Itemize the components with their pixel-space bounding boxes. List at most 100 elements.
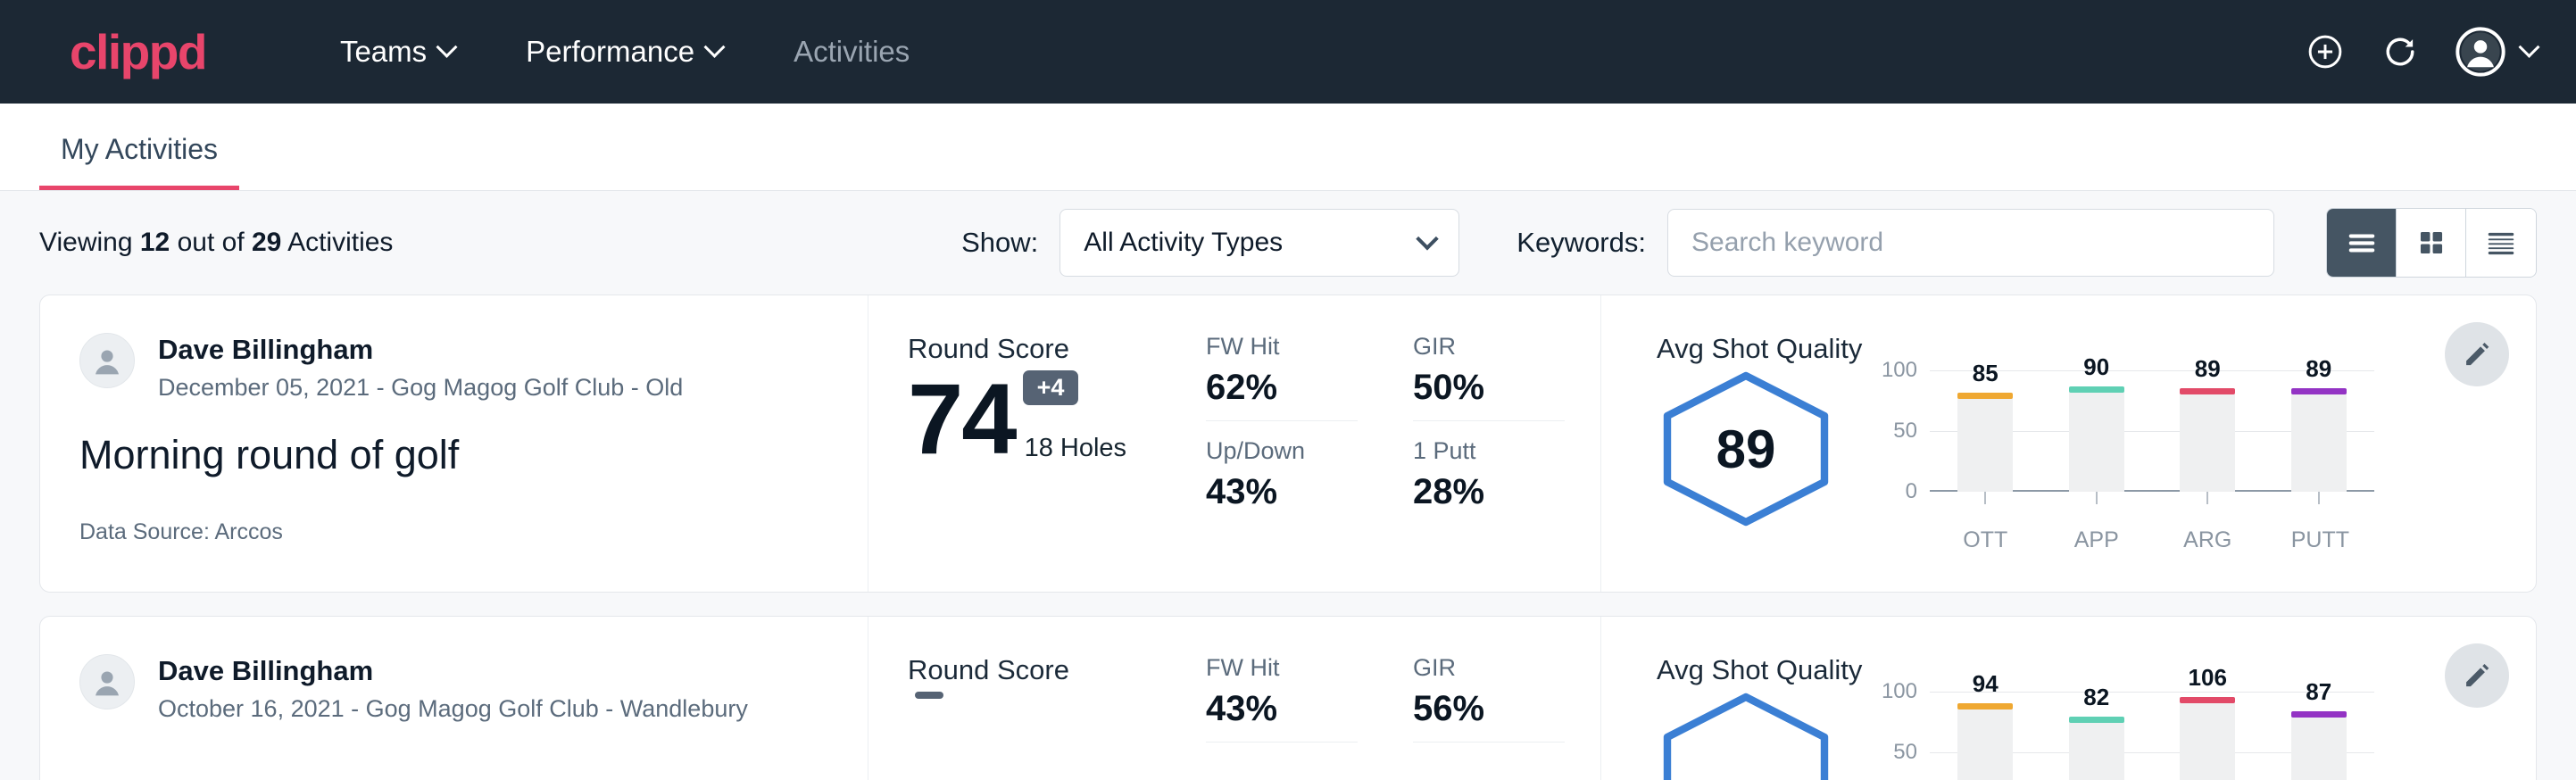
tab-my-activities-label: My Activities: [61, 133, 218, 165]
chart-bar-value-label: 106: [2189, 664, 2227, 692]
chart-x-tick: [2180, 492, 2235, 504]
list-view-icon: [2345, 226, 2379, 260]
stat-up-down: [1206, 759, 1393, 766]
user-avatar-icon: [87, 662, 127, 701]
chart-bar-cap: [2180, 388, 2235, 394]
grid-view-icon: [2416, 228, 2447, 258]
grid-view-button[interactable]: [2397, 209, 2466, 277]
activity-meta: October 16, 2021 - Gog Magog Golf Club -…: [158, 695, 748, 723]
nav-item-activities[interactable]: Activities: [758, 35, 945, 69]
avatar: [79, 333, 135, 388]
stat-up-down-value: 43%: [1206, 472, 1393, 512]
activity-card-list: Dave Billingham December 05, 2021 - Gog …: [0, 295, 2576, 780]
clippd-logo[interactable]: clippd: [70, 28, 206, 77]
chart-x-tick: [2069, 492, 2124, 504]
chart-x-tick-label: PUTT: [2291, 527, 2347, 553]
compact-view-button[interactable]: [2466, 209, 2536, 277]
stat-gir: GIR 50%: [1413, 333, 1600, 437]
activity-type-select[interactable]: All Activity Types: [1059, 209, 1459, 277]
stat-gir-label: GIR: [1413, 333, 1600, 361]
chart-bar-value-label: 89: [2195, 355, 2221, 383]
round-score-value-group: [908, 692, 1190, 780]
chart-bar: 85: [1957, 398, 2013, 492]
player-header: Dave Billingham December 05, 2021 - Gog …: [79, 333, 828, 402]
player-header: Dave Billingham October 16, 2021 - Gog M…: [79, 654, 828, 723]
activity-summary-column: Dave Billingham December 05, 2021 - Gog …: [40, 295, 868, 592]
stat-fw-hit-label: FW Hit: [1206, 654, 1393, 682]
chart-bars: 94 82 106 87: [1930, 692, 2374, 780]
list-view-button[interactable]: [2327, 209, 2397, 277]
chart-y-tick-label: 100: [1882, 358, 1917, 383]
stat-one-putt: [1413, 759, 1600, 766]
chart-x-tick: [2291, 492, 2347, 504]
chart-x-tick: [1957, 492, 2013, 504]
activity-summary-column: Dave Billingham October 16, 2021 - Gog M…: [40, 617, 868, 780]
top-navigation-bar: clippd Teams Performance Activities: [0, 0, 2576, 104]
chart-bar-value-label: 90: [2083, 353, 2109, 381]
chart-bar-value-label: 87: [2306, 678, 2331, 706]
activity-card[interactable]: Dave Billingham October 16, 2021 - Gog M…: [39, 616, 2537, 780]
chart-x-tick-label: APP: [2069, 527, 2124, 553]
chart-y-tick-label: 0: [1906, 479, 1917, 504]
chart-bar: 89: [2291, 394, 2347, 492]
activity-card[interactable]: Dave Billingham December 05, 2021 - Gog …: [39, 295, 2537, 593]
quality-hexagon-value: [1657, 692, 1835, 780]
round-score-column: Round Score 74 +4 18 Holes: [868, 295, 1190, 592]
player-text-block: Dave Billingham December 05, 2021 - Gog …: [158, 333, 683, 402]
chart-bar-column: 82: [2069, 692, 2124, 780]
holes-played: 18 Holes: [1025, 434, 1126, 463]
chevron-down-icon: [2518, 36, 2539, 57]
stat-gir: GIR 56%: [1413, 654, 1600, 759]
stats-column: FW Hit 43% GIR 56%: [1190, 617, 1600, 780]
chart-bar-cap: [2069, 386, 2124, 393]
viewing-summary: Viewing 12 out of 29 Activities: [39, 228, 393, 258]
viewing-total: 29: [252, 228, 281, 257]
chart-bar-cap: [2180, 697, 2235, 703]
chart-bar: 89: [2180, 394, 2235, 492]
chart-x-ticks: [1930, 492, 2374, 504]
pencil-icon: [2462, 339, 2492, 369]
chart-y-tick-label: 50: [1893, 419, 1917, 444]
edit-activity-button[interactable]: [2445, 643, 2509, 708]
chart-bar-cap: [1957, 393, 2013, 399]
activity-title: Morning round of golf: [79, 432, 828, 478]
chart-bar-value-label: 85: [1973, 360, 1998, 387]
chevron-down-icon: [436, 36, 458, 57]
edit-activity-button[interactable]: [2445, 322, 2509, 386]
tab-my-activities[interactable]: My Activities: [39, 133, 239, 190]
view-mode-toggle-group: [2326, 208, 2537, 278]
chart-plot-area: 05010085908989: [1930, 370, 2374, 492]
avg-shot-quality-column: Avg Shot Quality 89 05010085908989OTTAPP…: [1600, 295, 2536, 592]
refresh-icon[interactable]: [2381, 32, 2420, 71]
data-source: Data Source: Arccos: [79, 519, 828, 545]
chart-bar: 106: [2180, 702, 2235, 780]
chart-bar-column: 94: [1957, 692, 2013, 780]
stat-up-down: Up/Down 43%: [1206, 437, 1393, 512]
chart-bar: 90: [2069, 392, 2124, 492]
nav-item-teams[interactable]: Teams: [304, 35, 490, 69]
nav-item-teams-label: Teams: [340, 35, 427, 69]
stat-fw-hit-value: 62%: [1206, 368, 1393, 408]
chart-bar-column: 85: [1957, 370, 2013, 492]
stats-grid: FW Hit 62% GIR 50% Up/Down 43% 1 Putt 28…: [1206, 333, 1600, 512]
user-avatar-menu[interactable]: [2456, 27, 2537, 77]
avg-shot-quality-column: Avg Shot Quality 050100948210687OTTAPPAR…: [1600, 617, 2536, 780]
shot-quality-bar-chart: 05010085908989OTTAPPARGPUTT: [1874, 370, 2374, 549]
chart-bar-value-label: 89: [2306, 355, 2331, 383]
viewing-prefix: Viewing: [39, 228, 133, 257]
plus-circle-icon[interactable]: [2306, 32, 2345, 71]
chart-y-tick-label: 100: [1882, 679, 1917, 704]
divider: [1206, 420, 1358, 421]
quality-hexagon: 89: [1657, 370, 1835, 527]
quality-hexagon: [1657, 692, 1835, 780]
search-input[interactable]: [1667, 209, 2274, 277]
stats-grid: FW Hit 43% GIR 56%: [1206, 654, 1600, 766]
shot-quality-bar-chart: 050100948210687OTTAPPARGPUTT: [1874, 692, 2374, 780]
divider: [1206, 742, 1358, 743]
chart-bar-cap: [2291, 711, 2347, 718]
chart-bar: 94: [1957, 709, 2013, 780]
score-to-par-badge: [915, 692, 943, 699]
chart-bar-cap: [2291, 388, 2347, 394]
nav-item-performance[interactable]: Performance: [490, 35, 758, 69]
chart-bar: 87: [2291, 717, 2347, 780]
